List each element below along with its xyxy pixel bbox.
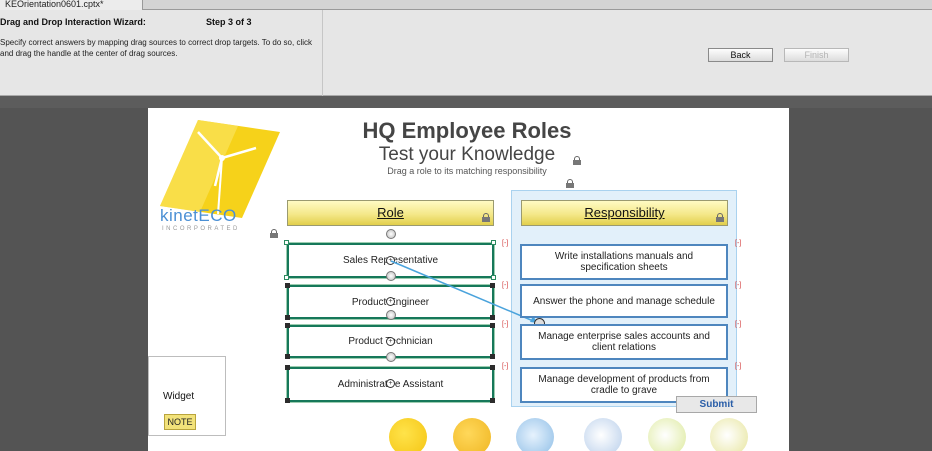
slide-canvas: kinetECO INCORPORATED HQ Employee Roles … <box>148 108 789 451</box>
wizard-divider <box>322 10 323 96</box>
wizard-shadow <box>0 96 932 108</box>
lock-icon <box>573 156 581 165</box>
note-icon: NOTE <box>164 414 196 430</box>
submit-button[interactable]: Submit <box>676 396 757 413</box>
note-label: NOTE <box>167 417 193 427</box>
slide-title: HQ Employee Roles <box>362 118 572 143</box>
delete-marker[interactable]: [-] <box>735 282 741 289</box>
rotate-handle-icon[interactable] <box>386 229 396 239</box>
widget-label: Widget <box>163 391 195 402</box>
selection-handle[interactable] <box>285 365 290 370</box>
delete-marker[interactable]: [-] <box>502 321 508 328</box>
drop-target-responsibility[interactable]: Manage enterprise sales accounts and cli… <box>520 324 728 360</box>
selection-handle[interactable] <box>284 275 289 280</box>
selection-handle[interactable] <box>490 365 495 370</box>
selection-handle[interactable] <box>490 354 495 359</box>
back-button[interactable]: Back <box>708 48 773 62</box>
selection-handle[interactable] <box>285 323 290 328</box>
selection-handle[interactable] <box>490 323 495 328</box>
lock-icon <box>482 213 490 222</box>
delete-marker[interactable]: [-] <box>502 240 508 247</box>
logo-text: kinetECO <box>160 206 237 225</box>
delete-marker[interactable]: [-] <box>502 282 508 289</box>
decorative-circle <box>453 418 491 451</box>
decorative-circle <box>648 418 686 451</box>
drag-handle-icon[interactable]: + <box>386 297 395 306</box>
responsibility-header: Responsibility <box>521 200 728 226</box>
delete-marker[interactable]: [-] <box>735 363 741 370</box>
wizard-description: Specify correct answers by mapping drag … <box>0 38 312 58</box>
delete-marker[interactable]: [-] <box>735 321 741 328</box>
delete-marker[interactable]: [-] <box>502 363 508 370</box>
wizard-title: Drag and Drop Interaction Wizard: <box>0 17 146 27</box>
selection-handle[interactable] <box>285 398 290 403</box>
document-tab[interactable]: KEOrientation0601.cptx* <box>0 0 143 10</box>
rotate-handle-icon[interactable] <box>386 352 396 362</box>
selection-handle[interactable] <box>491 240 496 245</box>
decorative-circle <box>516 418 554 451</box>
drag-handle-icon[interactable]: + <box>386 379 395 388</box>
selection-handle[interactable] <box>491 275 496 280</box>
delete-marker[interactable]: [-] <box>735 240 741 247</box>
lock-icon <box>270 229 278 238</box>
selection-handle[interactable] <box>490 398 495 403</box>
rotate-handle-icon[interactable] <box>386 271 396 281</box>
selection-handle[interactable] <box>284 240 289 245</box>
document-tab-bar: KEOrientation0601.cptx* <box>0 0 932 10</box>
lock-icon <box>716 213 724 222</box>
role-header-label: Role <box>377 205 404 220</box>
wizard-panel: Drag and Drop Interaction Wizard: Step 3… <box>0 10 932 96</box>
wizard-step: Step 3 of 3 <box>206 17 252 27</box>
drag-handle-icon[interactable]: + <box>386 337 395 346</box>
widget-panel[interactable]: Widget NOTE <box>148 356 226 436</box>
responsibility-header-label: Responsibility <box>584 205 665 220</box>
drop-target-responsibility[interactable]: Answer the phone and manage schedule <box>520 284 728 318</box>
slide-instruction: Drag a role to its matching responsibili… <box>387 166 547 176</box>
lock-icon <box>566 179 574 188</box>
drag-handle-icon[interactable]: + <box>386 256 395 265</box>
selection-handle[interactable] <box>490 283 495 288</box>
selection-handle[interactable] <box>490 315 495 320</box>
slide-subtitle: Test your Knowledge <box>378 144 556 165</box>
logo-subtitle: INCORPORATED <box>162 226 240 232</box>
decorative-circle <box>584 418 622 451</box>
selection-handle[interactable] <box>285 354 290 359</box>
selection-handle[interactable] <box>285 315 290 320</box>
decorative-circle <box>710 418 748 451</box>
decorative-circle <box>389 418 427 451</box>
role-header: Role <box>287 200 494 226</box>
drop-target-responsibility[interactable]: Write installations manuals and specific… <box>520 244 728 280</box>
selection-handle[interactable] <box>285 283 290 288</box>
finish-button: Finish <box>784 48 849 62</box>
rotate-handle-icon[interactable] <box>386 310 396 320</box>
